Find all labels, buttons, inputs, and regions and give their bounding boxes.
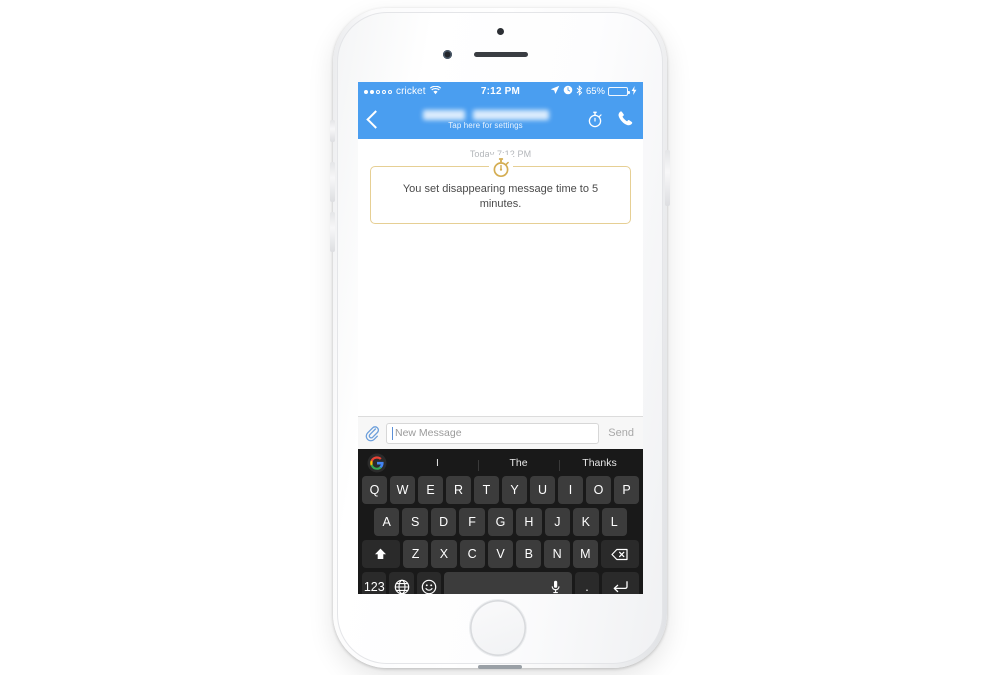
stopwatch-icon[interactable] bbox=[587, 110, 605, 130]
screenshot-canvas: cricket 7:12 PM 65% Tap here for setting… bbox=[0, 0, 1000, 675]
suggestion-item[interactable]: The bbox=[478, 457, 559, 471]
proximity-sensor-icon bbox=[497, 28, 504, 35]
compose-bar: New Message Send bbox=[358, 416, 643, 449]
navigation-bar: Tap here for settings bbox=[358, 101, 643, 139]
keyboard-row-2: A S D F G H J K L bbox=[361, 508, 640, 536]
key-t[interactable]: T bbox=[474, 476, 499, 504]
status-bar-left: cricket bbox=[364, 85, 441, 98]
period-key[interactable]: . bbox=[574, 572, 600, 594]
disappearing-message-event: You set disappearing message time to 5 m… bbox=[370, 155, 631, 225]
emoji-smiley-icon[interactable] bbox=[416, 572, 442, 594]
power-button[interactable] bbox=[665, 150, 670, 206]
carrier-label: cricket bbox=[396, 86, 426, 97]
key-i[interactable]: I bbox=[558, 476, 583, 504]
key-b[interactable]: B bbox=[516, 540, 542, 568]
key-v[interactable]: V bbox=[487, 540, 514, 568]
navigation-actions bbox=[587, 110, 635, 130]
lightning-bolt-icon bbox=[631, 85, 637, 98]
stopwatch-icon bbox=[488, 155, 513, 179]
key-p[interactable]: P bbox=[614, 476, 639, 504]
key-g[interactable]: G bbox=[487, 508, 514, 536]
status-bar: cricket 7:12 PM 65% bbox=[358, 82, 643, 101]
key-m[interactable]: M bbox=[572, 540, 599, 568]
back-button[interactable] bbox=[366, 106, 384, 134]
shift-arrow-icon[interactable] bbox=[362, 540, 400, 568]
key-k[interactable]: K bbox=[573, 508, 599, 536]
keyboard-row-1: Q W E R T Y U I O P bbox=[361, 476, 640, 504]
location-arrow-icon bbox=[550, 85, 560, 98]
google-g-icon[interactable] bbox=[367, 453, 387, 473]
send-button[interactable]: Send bbox=[606, 427, 636, 439]
key-a[interactable]: A bbox=[374, 508, 400, 536]
earpiece-speaker bbox=[474, 52, 528, 57]
phone-screen: cricket 7:12 PM 65% Tap here for setting… bbox=[358, 82, 643, 594]
suggestion-item[interactable]: Thanks bbox=[559, 457, 640, 471]
numeric-mode-key[interactable]: 123 bbox=[362, 572, 387, 594]
key-c[interactable]: C bbox=[459, 540, 485, 568]
key-q[interactable]: Q bbox=[362, 476, 387, 504]
key-f[interactable]: F bbox=[459, 508, 485, 536]
key-n[interactable]: N bbox=[544, 540, 570, 568]
key-h[interactable]: H bbox=[516, 508, 542, 536]
text-cursor bbox=[392, 426, 393, 440]
suggestion-item[interactable]: I bbox=[397, 457, 478, 469]
phone-handset-icon[interactable] bbox=[617, 110, 635, 130]
status-bar-right: 65% bbox=[550, 84, 637, 99]
key-u[interactable]: U bbox=[530, 476, 555, 504]
key-w[interactable]: W bbox=[390, 476, 415, 504]
key-o[interactable]: O bbox=[586, 476, 611, 504]
conversation-area: Today 7:12 PM You set disappearing messa… bbox=[358, 139, 643, 416]
redacted-name-part-2 bbox=[472, 110, 549, 120]
settings-hint-label: Tap here for settings bbox=[448, 121, 523, 130]
onscreen-keyboard: I The Thanks Q W E R T Y U I O P A S D F… bbox=[358, 449, 643, 594]
paperclip-icon[interactable] bbox=[365, 424, 379, 442]
suggestion-strip: I The Thanks bbox=[361, 449, 640, 476]
key-x[interactable]: X bbox=[431, 540, 457, 568]
bluetooth-icon bbox=[576, 84, 583, 99]
volume-down-button[interactable] bbox=[330, 212, 335, 252]
redacted-name-part-1 bbox=[422, 110, 465, 120]
volume-up-button[interactable] bbox=[330, 162, 335, 202]
key-d[interactable]: D bbox=[430, 508, 457, 536]
key-j[interactable]: J bbox=[544, 508, 571, 536]
device-bottom-edge bbox=[478, 665, 522, 669]
key-l[interactable]: L bbox=[601, 508, 627, 536]
conversation-header[interactable]: Tap here for settings bbox=[384, 110, 587, 130]
key-r[interactable]: R bbox=[446, 476, 471, 504]
suggestion-list: I The Thanks bbox=[397, 457, 640, 471]
keyboard-row-3: Z X C V B N M bbox=[361, 540, 640, 568]
home-button[interactable] bbox=[470, 600, 526, 656]
battery-percent-label: 65% bbox=[585, 86, 605, 97]
key-e[interactable]: E bbox=[418, 476, 443, 504]
space-key[interactable] bbox=[444, 572, 572, 594]
front-camera-icon bbox=[443, 50, 452, 59]
key-s[interactable]: S bbox=[402, 508, 428, 536]
key-z[interactable]: Z bbox=[402, 540, 429, 568]
contact-name-redacted bbox=[422, 110, 549, 120]
microphone-icon[interactable] bbox=[551, 580, 560, 594]
globe-icon[interactable] bbox=[389, 572, 414, 594]
signal-strength-icon bbox=[364, 89, 392, 94]
key-y[interactable]: Y bbox=[502, 476, 527, 504]
silent-switch[interactable] bbox=[330, 120, 335, 142]
enter-return-icon[interactable] bbox=[602, 572, 639, 594]
message-placeholder: New Message bbox=[395, 427, 462, 439]
wifi-icon bbox=[429, 85, 441, 98]
keyboard-row-4: 123 . bbox=[361, 572, 640, 594]
message-input[interactable]: New Message bbox=[386, 422, 600, 444]
battery-icon bbox=[608, 87, 630, 96]
backspace-icon[interactable] bbox=[601, 540, 639, 568]
alarm-clock-icon bbox=[563, 85, 573, 98]
